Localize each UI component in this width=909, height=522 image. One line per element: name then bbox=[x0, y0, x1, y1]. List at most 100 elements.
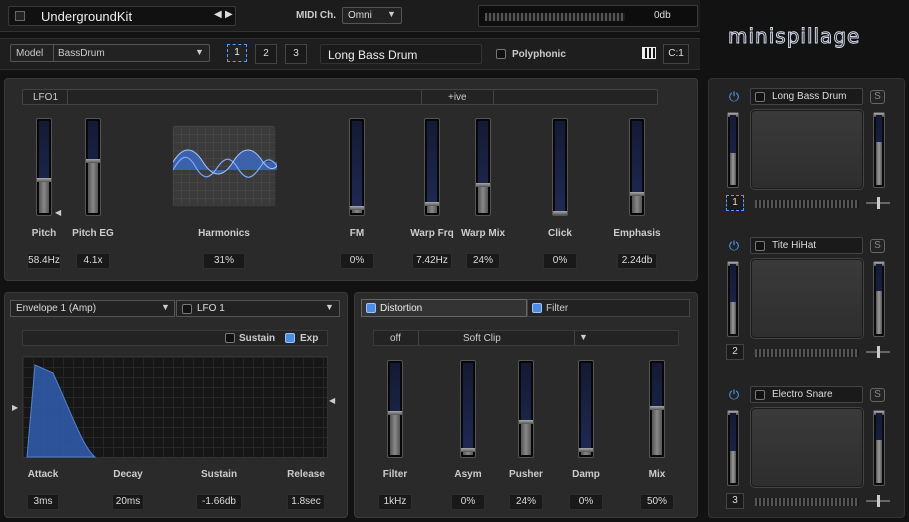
envelope-source-select[interactable]: Envelope 1 (Amp) ▼ bbox=[10, 300, 175, 317]
clip-type-value[interactable]: Soft Clip bbox=[463, 333, 501, 344]
fm-fader[interactable] bbox=[349, 118, 365, 216]
warp-frq-fader-handle[interactable] bbox=[425, 202, 439, 206]
layer-button-3[interactable]: 3 bbox=[285, 44, 307, 64]
distortion-tab-checkbox[interactable] bbox=[366, 303, 376, 313]
midi-channel-select[interactable]: Omni ▼ bbox=[342, 7, 402, 24]
pad-number-badge[interactable]: 3 bbox=[726, 493, 744, 509]
pitch-eg-value[interactable]: 4.1x bbox=[76, 253, 110, 269]
warp-frq-fader[interactable] bbox=[424, 118, 440, 216]
fx-filter-value[interactable]: 1kHz bbox=[378, 494, 412, 510]
fx-pusher-fader-handle[interactable] bbox=[519, 420, 533, 424]
pitch-fader-handle[interactable] bbox=[37, 178, 51, 182]
warp-mix-value[interactable]: 24% bbox=[466, 253, 500, 269]
layer-button-1[interactable]: 1 bbox=[227, 44, 247, 62]
power-icon[interactable]: ⏻ bbox=[727, 388, 741, 402]
pad-name-field[interactable]: Long Bass Drum bbox=[750, 88, 863, 105]
fx-asym-value[interactable]: 0% bbox=[451, 494, 485, 510]
click-fader[interactable] bbox=[552, 118, 568, 216]
warp-mix-fader-handle[interactable] bbox=[476, 183, 490, 187]
harmonics-value[interactable]: 31% bbox=[203, 253, 245, 269]
pad-pan-slider[interactable] bbox=[866, 495, 890, 507]
fx-damp-fader[interactable] bbox=[578, 360, 594, 458]
pitch-lfo-marker-icon[interactable]: ◀ bbox=[55, 208, 61, 217]
warp-frq-value[interactable]: 7.42Hz bbox=[412, 253, 452, 269]
power-icon[interactable]: ⏻ bbox=[727, 239, 741, 253]
emphasis-value[interactable]: 2.24db bbox=[617, 253, 657, 269]
distortion-mode-value[interactable]: off bbox=[390, 333, 401, 344]
drum-pad[interactable] bbox=[751, 259, 863, 338]
fx-mix-fader[interactable] bbox=[649, 360, 665, 458]
layer-button-2[interactable]: 2 bbox=[255, 44, 277, 64]
prev-kit-arrow-icon[interactable]: ◀ bbox=[214, 9, 222, 20]
pad-pan-slider[interactable] bbox=[866, 197, 890, 209]
power-icon[interactable]: ⏻ bbox=[727, 90, 741, 104]
pad-level-fader[interactable] bbox=[873, 410, 885, 486]
solo-button[interactable]: S bbox=[870, 239, 885, 253]
pad-pan-handle[interactable] bbox=[877, 346, 880, 358]
env-attack-value[interactable]: 3ms bbox=[27, 494, 59, 510]
pad-number-badge[interactable]: 1 bbox=[726, 195, 744, 211]
click-value[interactable]: 0% bbox=[543, 253, 577, 269]
pad-select-checkbox[interactable] bbox=[755, 241, 765, 251]
filter-tab[interactable]: Filter bbox=[527, 299, 690, 317]
keyboard-icon[interactable] bbox=[642, 47, 656, 59]
solo-button[interactable]: S bbox=[870, 90, 885, 104]
pitch-fader[interactable] bbox=[36, 118, 52, 216]
sound-name-field[interactable]: Long Bass Drum bbox=[320, 44, 482, 64]
sustain-checkbox[interactable] bbox=[225, 333, 235, 343]
envelope-graph[interactable] bbox=[22, 356, 328, 458]
pitch-eg-fader[interactable] bbox=[85, 118, 101, 216]
pad-tune-fader[interactable] bbox=[727, 261, 739, 337]
lfo-mode[interactable]: +ive bbox=[448, 92, 467, 103]
chevron-down-icon[interactable]: ▼ bbox=[579, 332, 588, 342]
pitch-value[interactable]: 58.4Hz bbox=[27, 253, 61, 269]
drum-pad[interactable] bbox=[751, 110, 863, 189]
envelope-left-marker-icon[interactable]: ▶ bbox=[12, 403, 18, 412]
pad-pan-slider[interactable] bbox=[866, 346, 890, 358]
pad-number-badge[interactable]: 2 bbox=[726, 344, 744, 360]
click-fader-handle[interactable] bbox=[553, 211, 567, 215]
channel-button[interactable]: C:1 bbox=[663, 44, 689, 64]
fx-pusher-value[interactable]: 24% bbox=[509, 494, 543, 510]
pitch-eg-fader-handle[interactable] bbox=[86, 159, 100, 163]
fm-fader-handle[interactable] bbox=[350, 206, 364, 210]
polyphonic-checkbox[interactable] bbox=[496, 49, 506, 59]
fx-filter-fader-handle[interactable] bbox=[388, 411, 402, 415]
pad-level-fader[interactable] bbox=[873, 261, 885, 337]
fx-filter-fader[interactable] bbox=[387, 360, 403, 458]
envelope-right-marker-icon[interactable]: ◀ bbox=[329, 396, 335, 405]
fx-pusher-fader[interactable] bbox=[518, 360, 534, 458]
next-kit-arrow-icon[interactable]: ▶ bbox=[225, 9, 233, 20]
model-select[interactable]: Model BassDrum ▼ bbox=[10, 44, 210, 62]
pad-select-checkbox[interactable] bbox=[755, 390, 765, 400]
pad-tune-fader[interactable] bbox=[727, 112, 739, 188]
filter-tab-checkbox[interactable] bbox=[532, 303, 542, 313]
fm-value[interactable]: 0% bbox=[340, 253, 374, 269]
envelope-target-checkbox[interactable] bbox=[182, 304, 192, 314]
pad-tune-fader[interactable] bbox=[727, 410, 739, 486]
warp-mix-fader[interactable] bbox=[475, 118, 491, 216]
fx-damp-fader-handle[interactable] bbox=[579, 448, 593, 452]
env-release-value[interactable]: 1.8sec bbox=[287, 494, 325, 510]
solo-button[interactable]: S bbox=[870, 388, 885, 402]
fx-damp-value[interactable]: 0% bbox=[569, 494, 603, 510]
fx-asym-fader[interactable] bbox=[460, 360, 476, 458]
distortion-tab[interactable]: Distortion bbox=[361, 299, 527, 317]
harmonics-display[interactable] bbox=[172, 125, 277, 207]
kit-name-field[interactable]: UndergroundKit ◀ ▶ bbox=[8, 6, 236, 26]
envelope-target-select[interactable]: LFO 1 ▼ bbox=[176, 300, 340, 317]
pad-select-checkbox[interactable] bbox=[755, 92, 765, 102]
fx-mix-value[interactable]: 50% bbox=[640, 494, 674, 510]
emphasis-fader[interactable] bbox=[629, 118, 645, 216]
pad-name-field[interactable]: Tite HiHat bbox=[750, 237, 863, 254]
fx-asym-fader-handle[interactable] bbox=[461, 448, 475, 452]
emphasis-fader-handle[interactable] bbox=[630, 192, 644, 196]
env-sustain-value[interactable]: -1.66db bbox=[196, 494, 242, 510]
drum-pad[interactable] bbox=[751, 408, 863, 487]
fx-mix-fader-handle[interactable] bbox=[650, 406, 664, 410]
pad-pan-handle[interactable] bbox=[877, 495, 880, 507]
pad-name-field[interactable]: Electro Snare bbox=[750, 386, 863, 403]
exp-checkbox[interactable] bbox=[285, 333, 295, 343]
pad-pan-handle[interactable] bbox=[877, 197, 880, 209]
pad-level-fader[interactable] bbox=[873, 112, 885, 188]
